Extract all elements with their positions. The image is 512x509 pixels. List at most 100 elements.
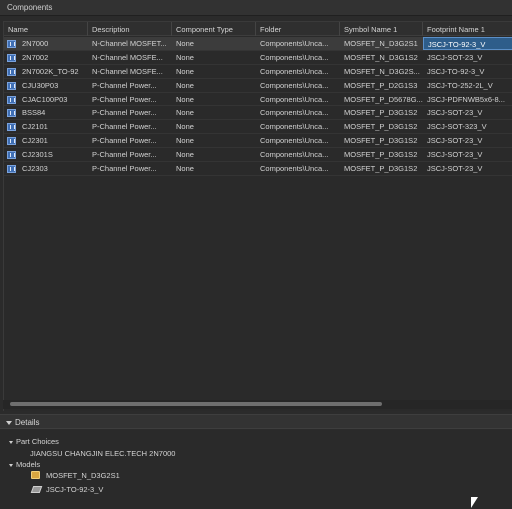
grid-rows: 2N7000 N-Channel MOSFET... None Components\… xyxy=(4,37,512,176)
expand-triangle-icon[interactable] xyxy=(9,463,13,467)
table-row[interactable]: 2N7000 N-Channel MOSFET... None Components\… xyxy=(4,37,512,51)
table-row[interactable]: CJU30P03 P-Channel Power... None Components… xyxy=(4,79,512,93)
table-row[interactable]: CJ2303 P-Channel Power... None Components\U… xyxy=(4,162,512,176)
cell-folder[interactable]: Components\Unca... xyxy=(256,79,340,92)
cell-description[interactable]: P-Channel Power... xyxy=(88,106,172,119)
cell-name[interactable]: CJAC100P03 xyxy=(4,93,88,106)
model-symbol-item[interactable]: MOSFET_N_D3G2S1 xyxy=(46,471,120,480)
cell-folder[interactable]: Components\Unca... xyxy=(256,120,340,133)
cell-type[interactable]: None xyxy=(172,120,256,133)
cell-folder[interactable]: Components\Unca... xyxy=(256,65,340,78)
cell-folder[interactable]: Components\Unca... xyxy=(256,134,340,147)
cell-symbol[interactable]: MOSFET_P_D3G1S2 xyxy=(340,120,423,133)
component-icon xyxy=(7,109,16,118)
component-icon xyxy=(7,67,16,76)
table-row[interactable]: CJAC100P03 P-Channel Power... None Componen… xyxy=(4,93,512,107)
cell-name[interactable]: 2N7002K_TO-92 xyxy=(4,65,88,78)
cell-folder[interactable]: Components\Unca... xyxy=(256,148,340,161)
cell-folder[interactable]: Components\Unca... xyxy=(256,37,340,50)
cell-description[interactable]: P-Channel Power... xyxy=(88,134,172,147)
table-row[interactable]: CJ2101 P-Channel Power... None Components\U… xyxy=(4,120,512,135)
horizontal-scrollbar[interactable] xyxy=(3,400,512,409)
cell-symbol[interactable]: MOSFET_N_D3G2S... xyxy=(340,65,423,78)
cell-type[interactable]: None xyxy=(172,79,256,92)
cell-description[interactable]: P-Channel Power... xyxy=(88,162,172,175)
collapse-triangle-icon[interactable] xyxy=(6,420,12,425)
cell-type[interactable]: None xyxy=(172,37,256,50)
cell-name[interactable]: 2N7002 xyxy=(4,51,88,64)
part-choice-value[interactable]: JIANGSU CHANGJIN ELEC.TECH 2N7000 xyxy=(30,449,175,458)
model-footprint-item[interactable]: JSCJ-TO-92-3_V xyxy=(46,485,103,494)
schematic-symbol-icon xyxy=(31,471,40,479)
grid-header: Name Description Component Type Folder S… xyxy=(4,22,512,36)
cell-type[interactable]: None xyxy=(172,65,256,78)
cell-type[interactable]: None xyxy=(172,93,256,106)
cell-symbol[interactable]: MOSFET_N_D3G2S1 xyxy=(340,37,423,50)
cell-folder[interactable]: Components\Unca... xyxy=(256,106,340,119)
cell-symbol[interactable]: MOSFET_P_D2G1S3 xyxy=(340,79,423,92)
column-header-symbol-name[interactable]: Symbol Name 1 xyxy=(340,22,423,36)
components-grid[interactable]: Name Description Component Type Folder S… xyxy=(3,21,512,411)
cell-name[interactable]: CJ2101 xyxy=(4,120,88,133)
cell-footprint[interactable]: JSCJ-SOT-23_V xyxy=(423,134,512,147)
cell-description[interactable]: P-Channel Power... xyxy=(88,79,172,92)
details-header[interactable]: Details xyxy=(0,414,512,429)
cell-footprint[interactable]: JSCJ-SOT-23_V xyxy=(423,148,512,161)
cell-description[interactable]: N-Channel MOSFET... xyxy=(88,37,172,50)
cell-type[interactable]: None xyxy=(172,51,256,64)
cell-footprint[interactable]: JSCJ-SOT-23_V xyxy=(423,162,512,175)
mouse-cursor-icon xyxy=(471,497,478,508)
component-icon xyxy=(7,165,16,174)
cell-type[interactable]: None xyxy=(172,106,256,119)
table-row[interactable]: CJ2301 P-Channel Power... None Components\U… xyxy=(4,134,512,149)
cell-name[interactable]: CJ2301S xyxy=(4,148,88,161)
table-row[interactable]: 2N7002 N-Channel MOSFE... None Components\U… xyxy=(4,51,512,65)
cell-name[interactable]: CJ2301 xyxy=(4,134,88,147)
component-icon xyxy=(7,95,16,104)
cell-footprint[interactable]: JSCJ-TO-252-2L_V xyxy=(423,79,512,92)
scrollbar-thumb[interactable] xyxy=(10,402,382,406)
cell-symbol[interactable]: MOSFET_P_D3G1S2 xyxy=(340,162,423,175)
column-header-footprint-name[interactable]: Footprint Name 1 xyxy=(423,22,512,36)
panel-title: Components xyxy=(0,0,512,16)
cell-symbol[interactable]: MOSFET_N_D3G1S2 xyxy=(340,51,423,64)
table-row[interactable]: CJ2301S P-Channel Power... None Components\… xyxy=(4,148,512,163)
cell-folder[interactable]: Components\Unca... xyxy=(256,93,340,106)
cell-description[interactable]: P-Channel Power... xyxy=(88,148,172,161)
cell-footprint[interactable]: JSCJ-SOT-23_V xyxy=(423,106,512,119)
cell-description[interactable]: P-Channel Power... xyxy=(88,120,172,133)
component-icon xyxy=(7,40,16,48)
cell-symbol[interactable]: MOSFET_P_D3G1S2 xyxy=(340,134,423,147)
cell-symbol[interactable]: MOSFET_P_D5678G... xyxy=(340,93,423,106)
cell-description[interactable]: P-Channel Power... xyxy=(88,93,172,106)
column-header-component-type[interactable]: Component Type xyxy=(172,22,256,36)
column-header-folder[interactable]: Folder xyxy=(256,22,340,36)
part-choices-node[interactable]: Part Choices xyxy=(9,437,59,446)
cell-symbol[interactable]: MOSFET_P_D3G1S2 xyxy=(340,106,423,119)
component-name: 2N7002K_TO-92 xyxy=(22,66,79,76)
cell-name[interactable]: CJ2303 xyxy=(4,162,88,175)
cell-footprint[interactable]: JSCJ-TO-92-3_V xyxy=(423,65,512,78)
cell-name[interactable]: CJU30P03 xyxy=(4,79,88,92)
column-header-name[interactable]: Name xyxy=(4,22,88,36)
cell-footprint[interactable]: JSCJ-PDFNWB5x6-8... xyxy=(423,93,512,106)
cell-description[interactable]: N-Channel MOSFE... xyxy=(88,51,172,64)
details-body: Part Choices JIANGSU CHANGJIN ELEC.TECH … xyxy=(0,430,512,509)
cell-description[interactable]: N-Channel MOSFE... xyxy=(88,65,172,78)
column-header-description[interactable]: Description xyxy=(88,22,172,36)
table-row[interactable]: 2N7002K_TO-92 N-Channel MOSFE... None Compo… xyxy=(4,65,512,79)
cell-footprint[interactable]: JSCJ-SOT-23_V xyxy=(423,51,512,64)
cell-type[interactable]: None xyxy=(172,162,256,175)
cell-folder[interactable]: Components\Unca... xyxy=(256,162,340,175)
models-node[interactable]: Models xyxy=(9,460,40,469)
cell-type[interactable]: None xyxy=(172,134,256,147)
cell-name[interactable]: BSS84 xyxy=(4,106,88,119)
cell-footprint[interactable]: JSCJ-SOT-323_V xyxy=(423,120,512,133)
cell-folder[interactable]: Components\Unca... xyxy=(256,51,340,64)
expand-triangle-icon[interactable] xyxy=(9,440,13,444)
cell-footprint[interactable]: JSCJ-TO-92-3_V xyxy=(423,37,512,50)
table-row[interactable]: BSS84 P-Channel Power... None Components\Un… xyxy=(4,106,512,121)
cell-type[interactable]: None xyxy=(172,148,256,161)
cell-symbol[interactable]: MOSFET_P_D3G1S2 xyxy=(340,148,423,161)
cell-name[interactable]: 2N7000 xyxy=(4,37,88,50)
